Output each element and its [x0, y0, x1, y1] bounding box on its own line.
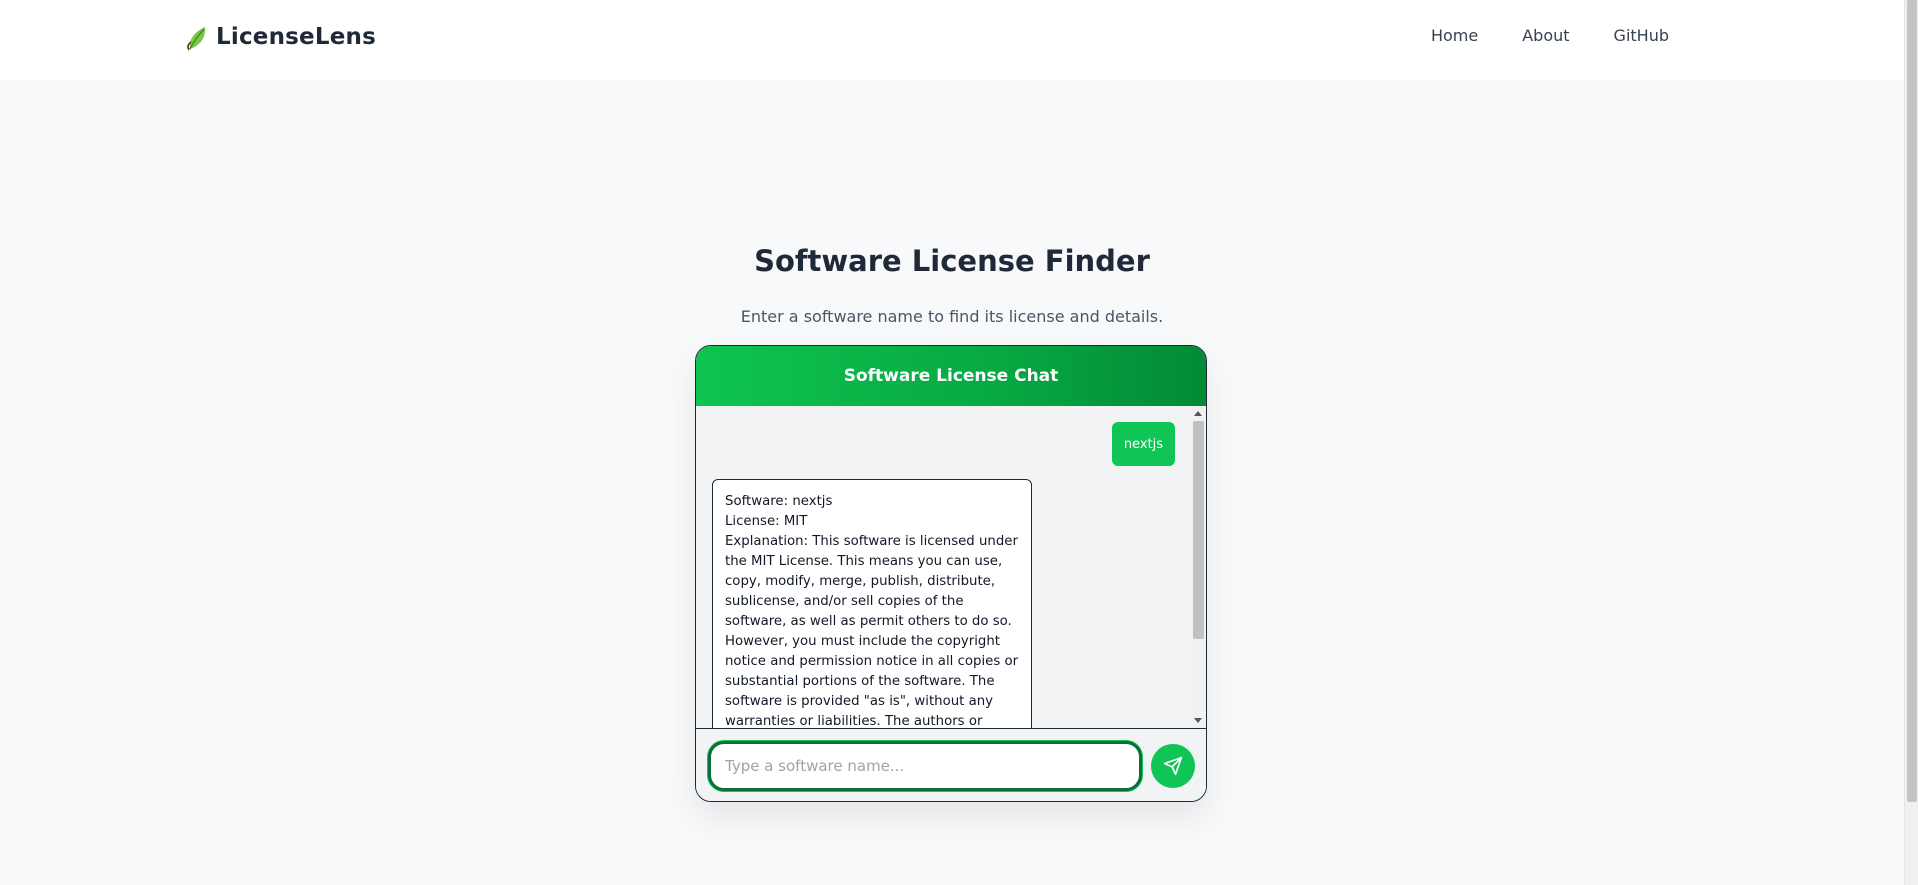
chat-panel: Software License Chat nextjs Software: n… — [695, 345, 1207, 802]
page-scrollbar[interactable] — [1904, 0, 1918, 885]
scroll-up-arrow-icon[interactable] — [1194, 411, 1202, 416]
page: LicenseLens Home About GitHub Software L… — [0, 0, 1918, 885]
send-button[interactable] — [1151, 744, 1195, 788]
page-title: Software License Finder — [754, 244, 1150, 278]
bot-message: Software: nextjs License: MIT Explanatio… — [712, 479, 1032, 728]
message-list[interactable]: nextjs Software: nextjs License: MIT Exp… — [696, 406, 1206, 728]
chat-header: Software License Chat — [696, 346, 1206, 406]
bot-message-explanation: Explanation: This software is licensed u… — [725, 534, 1019, 728]
nav-about-link[interactable]: About — [1522, 26, 1569, 45]
page-subtitle: Enter a software name to find its licens… — [740, 307, 1164, 326]
chat-input-bar — [696, 728, 1206, 801]
top-navbar: LicenseLens Home About GitHub — [0, 0, 1904, 80]
brand[interactable]: LicenseLens — [186, 20, 376, 54]
chat-title: Software License Chat — [843, 366, 1059, 386]
send-icon — [1163, 756, 1183, 776]
software-name-input[interactable] — [708, 741, 1142, 791]
nav-github-link[interactable]: GitHub — [1614, 26, 1669, 45]
main-nav: Home About GitHub — [1431, 26, 1669, 45]
user-message: nextjs — [1111, 422, 1175, 466]
chat-scrollbar[interactable] — [1191, 406, 1206, 728]
chat-scrollbar-thumb[interactable] — [1193, 421, 1204, 639]
bot-message-software-line: Software: nextjs — [725, 494, 833, 509]
brand-name: LicenseLens — [216, 24, 376, 50]
page-scrollbar-thumb[interactable] — [1907, 0, 1917, 802]
nav-home-link[interactable]: Home — [1431, 26, 1478, 45]
bot-message-license-line: License: MIT — [725, 514, 808, 529]
scroll-down-arrow-icon[interactable] — [1194, 718, 1202, 723]
leaf-icon — [187, 27, 206, 51]
